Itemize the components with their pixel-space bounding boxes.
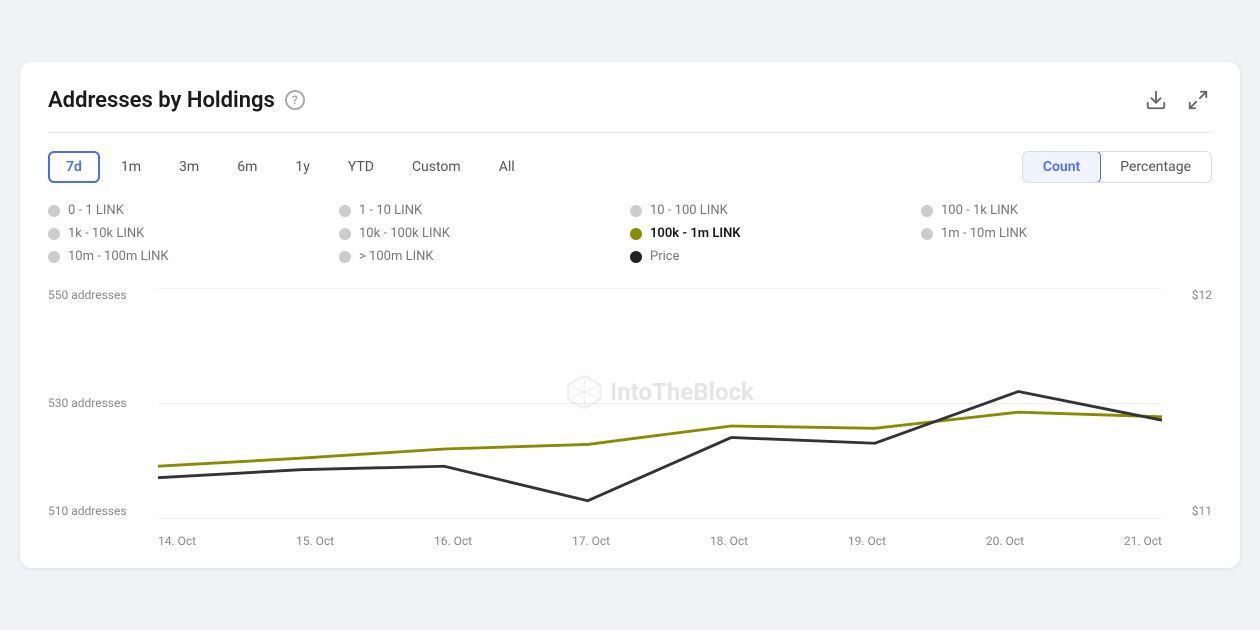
legend-dot-100-1k bbox=[921, 205, 933, 217]
legend-dot-0-1 bbox=[48, 205, 60, 217]
legend-item-0-1: 0 - 1 LINK bbox=[48, 203, 339, 218]
legend-dot-10k-100k bbox=[339, 228, 351, 240]
legend-item-1-10: 1 - 10 LINK bbox=[339, 203, 630, 218]
expand-icon[interactable] bbox=[1184, 86, 1212, 114]
chart-svg bbox=[158, 288, 1162, 518]
legend-item-100-1k: 100 - 1k LINK bbox=[921, 203, 1212, 218]
controls: 7d 1m 3m 6m 1y YTD Custom All Count Perc… bbox=[48, 151, 1212, 183]
legend-label-10-100: 10 - 100 LINK bbox=[650, 203, 728, 218]
legend-label-10k-100k: 10k - 100k LINK bbox=[359, 226, 450, 241]
y-axis-left: 550 addresses 530 addresses 510 addresse… bbox=[48, 288, 127, 548]
legend-item-1k-10k: 1k - 10k LINK bbox=[48, 226, 339, 241]
legend-dot-10m-100m bbox=[48, 251, 60, 263]
time-btn-3m[interactable]: 3m bbox=[162, 151, 216, 183]
legend-label-price: Price bbox=[650, 249, 679, 264]
download-icon[interactable] bbox=[1142, 86, 1170, 114]
time-btn-ytd[interactable]: YTD bbox=[331, 151, 391, 183]
legend-dot-1-10 bbox=[339, 205, 351, 217]
x-label-18oct: 18. Oct bbox=[710, 534, 748, 548]
legend-dot-100k-1m bbox=[630, 228, 642, 240]
time-btn-7d[interactable]: 7d bbox=[48, 151, 100, 183]
card: Addresses by Holdings ? bbox=[20, 62, 1240, 568]
x-label-16oct: 16. Oct bbox=[434, 534, 472, 548]
x-label-19oct: 19. Oct bbox=[848, 534, 886, 548]
legend-label-0-1: 0 - 1 LINK bbox=[68, 203, 124, 218]
legend-dot-1m-10m bbox=[921, 228, 933, 240]
legend-label-gt-100m: > 100m LINK bbox=[359, 249, 434, 264]
legend-label-100k-1m: 100k - 1m LINK bbox=[650, 226, 741, 241]
legend-item-gt-100m: > 100m LINK bbox=[339, 249, 630, 264]
time-btn-all[interactable]: All bbox=[482, 151, 532, 183]
y-label-top: 550 addresses bbox=[48, 288, 127, 302]
legend: 0 - 1 LINK 1 - 10 LINK 10 - 100 LINK 100… bbox=[48, 203, 1212, 264]
header: Addresses by Holdings ? bbox=[48, 86, 1212, 114]
help-icon[interactable]: ? bbox=[285, 90, 305, 110]
legend-label-1-10: 1 - 10 LINK bbox=[359, 203, 422, 218]
time-btn-custom[interactable]: Custom bbox=[395, 151, 478, 183]
page-title: Addresses by Holdings bbox=[48, 88, 275, 113]
y-label-right-top: $12 bbox=[1192, 288, 1212, 302]
header-right bbox=[1142, 86, 1212, 114]
time-btn-6m[interactable]: 6m bbox=[220, 151, 274, 183]
time-btn-1y[interactable]: 1y bbox=[278, 151, 327, 183]
legend-label-1k-10k: 1k - 10k LINK bbox=[68, 226, 144, 241]
time-buttons: 7d 1m 3m 6m 1y YTD Custom All bbox=[48, 151, 532, 183]
dark-line bbox=[158, 392, 1162, 501]
time-btn-1m[interactable]: 1m bbox=[104, 151, 158, 183]
x-label-21oct: 21. Oct bbox=[1124, 534, 1162, 548]
legend-dot-1k-10k bbox=[48, 228, 60, 240]
x-label-15oct: 15. Oct bbox=[296, 534, 334, 548]
view-buttons: Count Percentage bbox=[1022, 151, 1212, 183]
legend-item-10k-100k: 10k - 100k LINK bbox=[339, 226, 630, 241]
legend-item-price: Price bbox=[630, 249, 921, 264]
y-label-mid: 530 addresses bbox=[48, 396, 127, 410]
y-label-bot: 510 addresses bbox=[48, 504, 127, 518]
legend-label-100-1k: 100 - 1k LINK bbox=[941, 203, 1018, 218]
x-label-20oct: 20. Oct bbox=[986, 534, 1024, 548]
x-label-14oct: 14. Oct bbox=[158, 534, 196, 548]
legend-item-1m-10m: 1m - 10m LINK bbox=[921, 226, 1212, 241]
divider bbox=[48, 132, 1212, 133]
chart-area: 550 addresses 530 addresses 510 addresse… bbox=[48, 288, 1212, 548]
header-left: Addresses by Holdings ? bbox=[48, 88, 305, 113]
legend-dot-10-100 bbox=[630, 205, 642, 217]
legend-item-100k-1m: 100k - 1m LINK bbox=[630, 226, 921, 241]
legend-label-1m-10m: 1m - 10m LINK bbox=[941, 226, 1027, 241]
x-label-17oct: 17. Oct bbox=[572, 534, 610, 548]
legend-item-10m-100m: 10m - 100m LINK bbox=[48, 249, 339, 264]
legend-dot-gt-100m bbox=[339, 251, 351, 263]
view-btn-count[interactable]: Count bbox=[1022, 151, 1101, 183]
grid-line-bot bbox=[158, 518, 1162, 519]
legend-item-10-100: 10 - 100 LINK bbox=[630, 203, 921, 218]
y-label-right-bot: $11 bbox=[1192, 504, 1212, 518]
legend-label-10m-100m: 10m - 100m LINK bbox=[68, 249, 169, 264]
legend-dot-price bbox=[630, 251, 642, 263]
chart-svg-wrapper: IntoTheBlock bbox=[158, 288, 1162, 518]
x-axis-labels: 14. Oct 15. Oct 16. Oct 17. Oct 18. Oct … bbox=[158, 534, 1162, 548]
y-axis-right: $12 $11 bbox=[1192, 288, 1212, 548]
view-btn-percentage[interactable]: Percentage bbox=[1100, 152, 1211, 182]
green-line bbox=[158, 412, 1162, 466]
